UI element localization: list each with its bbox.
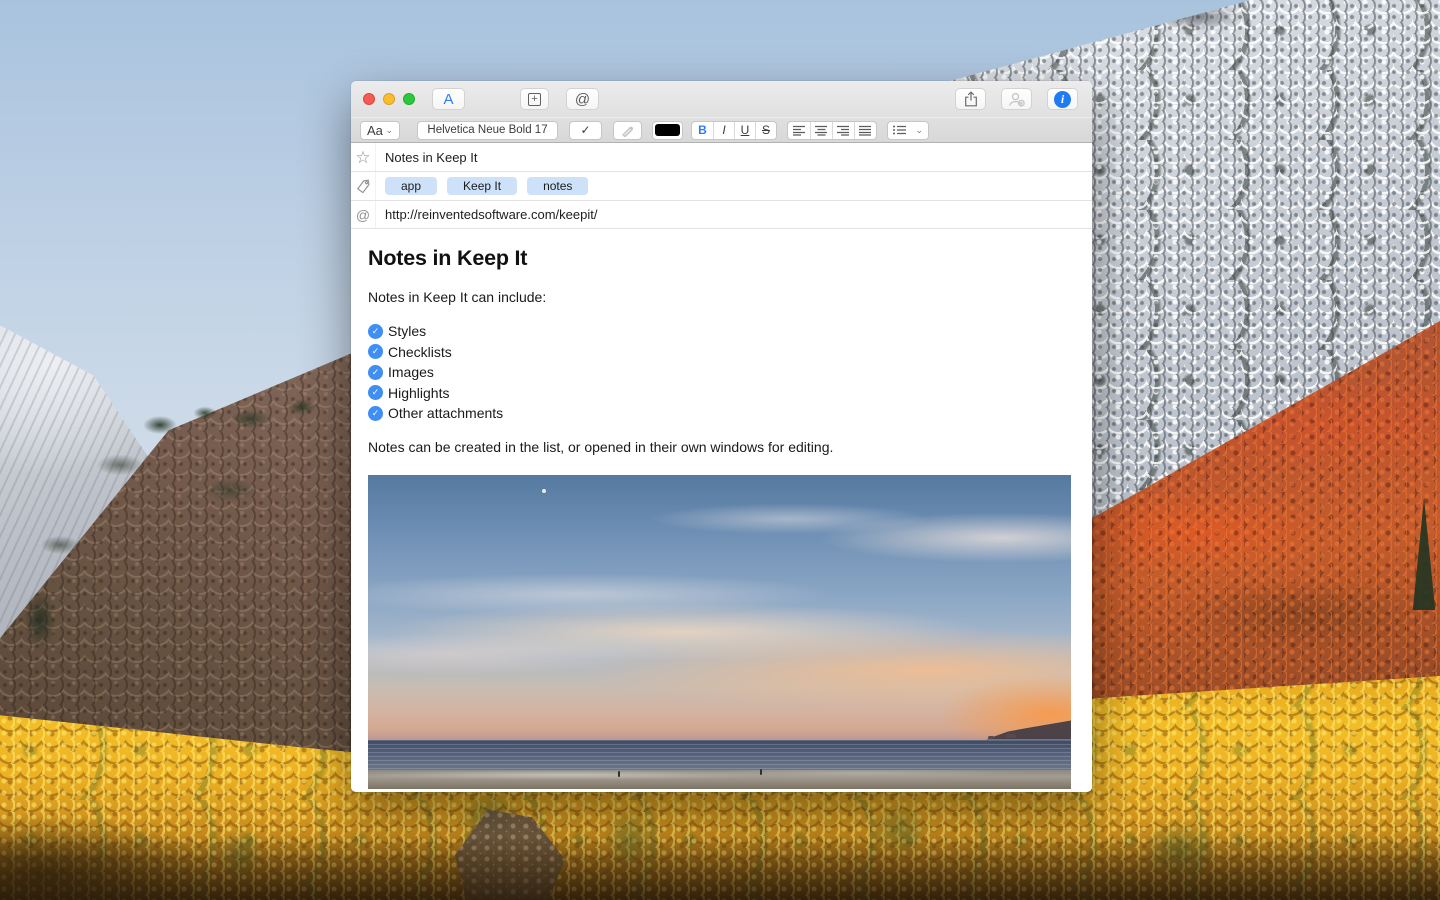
checklist-item-label: Images [388, 364, 434, 380]
underline-button[interactable]: U [734, 122, 755, 139]
alignment-group [787, 121, 877, 140]
checklist-button[interactable]: ✓ [569, 121, 602, 140]
info-icon: i [1054, 91, 1071, 108]
checked-checkbox-icon[interactable]: ✓ [368, 406, 383, 421]
checklist-item-label: Other attachments [388, 405, 503, 421]
format-letter-icon: A [443, 91, 453, 108]
toolbar-main-row: A + @ [351, 81, 1092, 117]
tag-pill[interactable]: notes [527, 177, 588, 195]
minimize-button[interactable] [383, 93, 395, 105]
note-url-field[interactable]: http://reinventedsoftware.com/keepit/ [376, 207, 597, 222]
photo-islet [988, 736, 994, 739]
tags-field[interactable]: app Keep It notes [376, 177, 588, 195]
checklist-item: ✓ Highlights [368, 383, 1075, 404]
close-button[interactable] [363, 93, 375, 105]
wallpaper-trees-left [0, 395, 351, 665]
share-icon [964, 91, 978, 107]
align-center-button[interactable] [810, 122, 832, 139]
attached-beach-sunset-photo[interactable] [368, 475, 1071, 789]
checked-checkbox-icon[interactable]: ✓ [368, 344, 383, 359]
zoom-button[interactable] [403, 93, 415, 105]
photo-islet [1006, 734, 1016, 738]
checklist: ✓ Styles ✓ Checklists ✓ Images ✓ Highlig… [368, 321, 1075, 424]
checklist-item-label: Highlights [388, 385, 449, 401]
align-right-icon [837, 125, 850, 136]
at-sign-icon: @ [575, 91, 590, 108]
photo-person-silhouette [618, 771, 620, 777]
align-center-icon [815, 125, 828, 136]
align-right-button[interactable] [832, 122, 854, 139]
format-bar-toggle-button[interactable]: A [432, 88, 465, 110]
checked-checkbox-icon[interactable]: ✓ [368, 324, 383, 339]
italic-button[interactable]: I [713, 122, 734, 139]
text-styles-dropdown[interactable]: Aa ⌄ [360, 121, 400, 140]
justify-icon [859, 125, 872, 136]
align-left-icon [793, 125, 806, 136]
intro-paragraph: Notes in Keep It can include: [368, 288, 1075, 306]
color-swatch [655, 124, 680, 136]
list-style-dropdown[interactable]: ⌄ [887, 121, 929, 140]
desktop: A + @ [0, 0, 1440, 900]
checklist-item: ✓ Images [368, 362, 1075, 383]
body-paragraph: Notes can be created in the list, or ope… [368, 438, 1075, 456]
checklist-item: ✓ Other attachments [368, 403, 1075, 424]
photo-person-silhouette [760, 769, 762, 775]
chevron-down-icon: ⌄ [385, 127, 393, 133]
wallpaper-shadow-bottom [0, 835, 1440, 900]
font-name-field[interactable]: Helvetica Neue Bold 17 [417, 121, 558, 140]
share-button[interactable] [955, 88, 986, 110]
tag-icon [351, 172, 376, 200]
title-row: ☆ Notes in Keep It [351, 143, 1092, 172]
text-color-button[interactable] [652, 121, 683, 140]
favorite-star-icon[interactable]: ☆ [351, 143, 376, 171]
checklist-item: ✓ Styles [368, 321, 1075, 342]
checklist-item-label: Checklists [388, 344, 452, 360]
add-attachment-button[interactable]: + [520, 88, 549, 110]
checklist-item-label: Styles [388, 323, 426, 339]
add-person-icon [1008, 92, 1025, 107]
info-button[interactable]: i [1047, 88, 1078, 110]
photo-sea [368, 740, 1071, 770]
checklist-item: ✓ Checklists [368, 342, 1075, 363]
toolbar-right-group: i [955, 88, 1078, 110]
bold-button[interactable]: B [692, 122, 713, 139]
justify-button[interactable] [854, 122, 876, 139]
note-title-field[interactable]: Notes in Keep It [376, 150, 478, 165]
highlight-button[interactable] [613, 121, 642, 140]
tag-pill[interactable]: Keep It [447, 177, 517, 195]
align-left-button[interactable] [788, 122, 810, 139]
strikethrough-button[interactable]: S [755, 122, 776, 139]
add-box-icon: + [528, 93, 541, 106]
tag-pill[interactable]: app [385, 177, 437, 195]
checked-checkbox-icon[interactable]: ✓ [368, 385, 383, 400]
bulleted-list-icon [893, 125, 906, 135]
url-row: @ http://reinventedsoftware.com/keepit/ [351, 201, 1092, 229]
chevron-down-icon: ⌄ [915, 127, 923, 133]
note-editor-window: A + @ [351, 81, 1092, 792]
traffic-lights [363, 93, 415, 105]
photo-moon [542, 489, 546, 493]
marker-pen-icon [621, 124, 634, 137]
text-style-group: B I U S [691, 121, 777, 140]
insert-link-button[interactable]: @ [566, 88, 599, 110]
window-toolbar: A + @ [351, 81, 1092, 143]
url-at-icon: @ [351, 201, 376, 228]
add-person-button[interactable] [1001, 88, 1032, 110]
format-bar: Aa ⌄ Helvetica Neue Bold 17 ✓ [351, 117, 1092, 142]
checked-checkbox-icon[interactable]: ✓ [368, 365, 383, 380]
photo-beach [368, 770, 1071, 789]
text-styles-label: Aa [367, 123, 383, 138]
checkmark-icon: ✓ [580, 123, 590, 137]
tags-row: app Keep It notes [351, 172, 1092, 201]
note-content[interactable]: Notes in Keep It Notes in Keep It can in… [351, 245, 1092, 789]
note-heading: Notes in Keep It [368, 245, 1075, 271]
